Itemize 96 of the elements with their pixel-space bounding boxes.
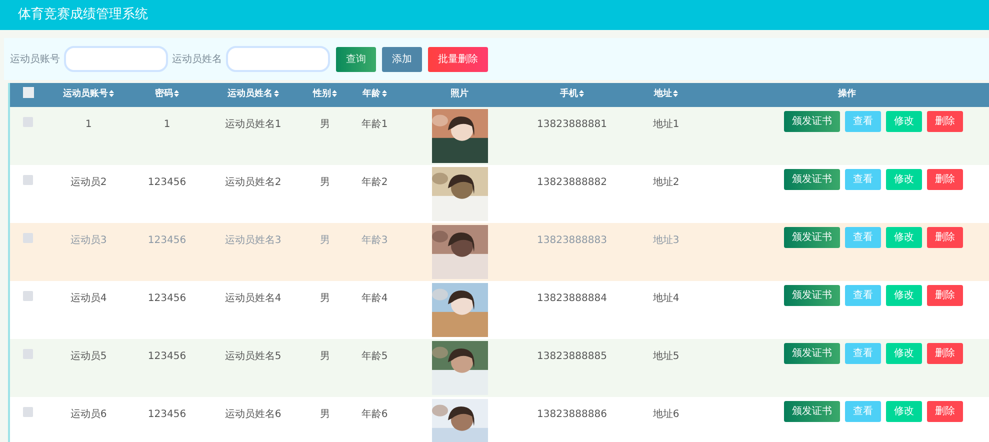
table-cell: 年龄2 xyxy=(361,177,388,188)
issue-certificate-button[interactable]: 颁发证书 xyxy=(784,401,840,422)
view-button[interactable]: 查看 xyxy=(845,285,881,306)
sortable-column-header[interactable]: 手机 xyxy=(560,89,578,100)
table-cell: 运动员姓名1 xyxy=(224,119,282,130)
view-button[interactable]: 查看 xyxy=(845,169,881,190)
row-checkbox[interactable] xyxy=(23,233,33,243)
row-checkbox[interactable] xyxy=(23,175,33,185)
table-cell: 运动员姓名3 xyxy=(224,235,282,246)
table-cell: 年龄6 xyxy=(361,409,388,420)
sort-icon[interactable] xyxy=(382,90,386,98)
delete-button[interactable]: 删除 xyxy=(927,111,963,132)
table-cell: 1 xyxy=(164,119,170,130)
table-cell: 13823888886 xyxy=(537,409,607,420)
column-header: 照片 xyxy=(450,89,468,100)
view-button[interactable]: 查看 xyxy=(845,343,881,364)
field-label: 运动员姓名 xyxy=(172,52,222,66)
table-cell: 男 xyxy=(320,235,330,246)
edit-button[interactable]: 修改 xyxy=(886,343,922,364)
issue-certificate-button[interactable]: 颁发证书 xyxy=(784,343,840,364)
edit-button[interactable]: 修改 xyxy=(886,169,922,190)
sort-icon[interactable] xyxy=(332,90,337,98)
issue-certificate-button[interactable]: 颁发证书 xyxy=(784,227,840,248)
table-cell: 123456 xyxy=(148,177,186,188)
issue-certificate-button[interactable]: 颁发证书 xyxy=(784,285,840,306)
table-cell: 男 xyxy=(320,119,330,130)
table-cell: 123456 xyxy=(148,409,186,420)
table-cell: 运动员姓名6 xyxy=(224,409,282,420)
app-title: 体育竞赛成绩管理系统 xyxy=(18,6,148,24)
edit-button[interactable]: 修改 xyxy=(886,111,922,132)
select-all-checkbox[interactable] xyxy=(22,86,34,98)
table-cell: 地址4 xyxy=(652,293,680,304)
issue-certificate-button[interactable]: 颁发证书 xyxy=(784,111,840,132)
edit-button[interactable]: 修改 xyxy=(886,285,922,306)
table-cell: 运动员3 xyxy=(70,235,107,246)
table-cell: 1 xyxy=(85,119,92,130)
delete-button[interactable]: 删除 xyxy=(927,227,963,248)
view-button[interactable]: 查看 xyxy=(845,401,881,422)
sortable-column-header[interactable]: 地址 xyxy=(654,89,672,100)
edit-button[interactable]: 修改 xyxy=(886,401,922,422)
row-checkbox[interactable] xyxy=(23,117,33,127)
table-cell: 13823888885 xyxy=(537,351,607,362)
sort-icon[interactable] xyxy=(109,90,114,98)
sort-icon[interactable] xyxy=(174,90,179,98)
table-cell: 运动员5 xyxy=(70,351,107,362)
table-cell: 男 xyxy=(320,177,330,188)
table-cell: 运动员4 xyxy=(70,293,107,304)
table-cell: 123456 xyxy=(148,351,186,362)
table-cell: 年龄4 xyxy=(361,293,388,304)
sortable-column-header[interactable]: 运动员姓名 xyxy=(228,89,272,100)
table-cell: 13823888884 xyxy=(537,293,607,304)
delete-button[interactable]: 删除 xyxy=(927,169,963,190)
row-checkbox[interactable] xyxy=(23,407,33,417)
issue-certificate-button[interactable]: 颁发证书 xyxy=(784,169,840,190)
sort-icon[interactable] xyxy=(673,90,678,98)
sortable-column-header[interactable]: 密码 xyxy=(155,89,173,100)
table-cell: 年龄3 xyxy=(361,235,388,246)
row-checkbox[interactable] xyxy=(23,349,33,359)
table-cell: 地址6 xyxy=(652,409,680,420)
search-field[interactable] xyxy=(64,46,168,72)
search-field[interactable] xyxy=(226,46,330,72)
table-cell: 13823888882 xyxy=(537,177,607,188)
table-cell: 男 xyxy=(320,351,330,362)
table-cell: 地址1 xyxy=(652,119,680,130)
delete-button[interactable]: 删除 xyxy=(927,343,963,364)
table-cell: 运动员2 xyxy=(70,177,107,188)
table-cell: 123456 xyxy=(148,235,186,246)
sort-icon[interactable] xyxy=(274,90,278,98)
table-cell: 男 xyxy=(320,293,330,304)
row-checkbox[interactable] xyxy=(23,291,33,301)
column-header: 操作 xyxy=(838,89,856,100)
edit-button[interactable]: 修改 xyxy=(886,227,922,248)
table-cell: 年龄5 xyxy=(361,351,388,362)
add-button[interactable]: 添加 xyxy=(382,46,422,72)
query-button[interactable]: 查询 xyxy=(336,46,376,72)
delete-button[interactable]: 删除 xyxy=(927,285,963,306)
table-cell: 年龄1 xyxy=(361,119,388,130)
table-cell: 运动员姓名4 xyxy=(224,293,282,304)
table-cell: 运动员6 xyxy=(70,409,107,420)
table-cell: 地址3 xyxy=(652,235,680,246)
table-cell: 13823888883 xyxy=(537,235,607,246)
table-cell: 运动员姓名2 xyxy=(224,177,282,188)
sort-icon[interactable] xyxy=(579,90,584,98)
view-button[interactable]: 查看 xyxy=(845,111,881,132)
table-cell: 地址2 xyxy=(652,177,680,188)
sortable-column-header[interactable]: 性别 xyxy=(313,89,331,100)
delete-button[interactable]: 删除 xyxy=(927,401,963,422)
table-cell: 13823888881 xyxy=(537,119,607,130)
sortable-column-header[interactable]: 年龄 xyxy=(362,89,380,100)
table-cell: 地址5 xyxy=(652,351,680,362)
view-button[interactable]: 查看 xyxy=(845,227,881,248)
table-cell: 运动员姓名5 xyxy=(224,351,282,362)
table-cell: 男 xyxy=(320,409,330,420)
batch-delete-button[interactable]: 批量删除 xyxy=(428,46,488,72)
field-label: 运动员账号 xyxy=(10,52,60,66)
table-cell: 123456 xyxy=(148,293,186,304)
